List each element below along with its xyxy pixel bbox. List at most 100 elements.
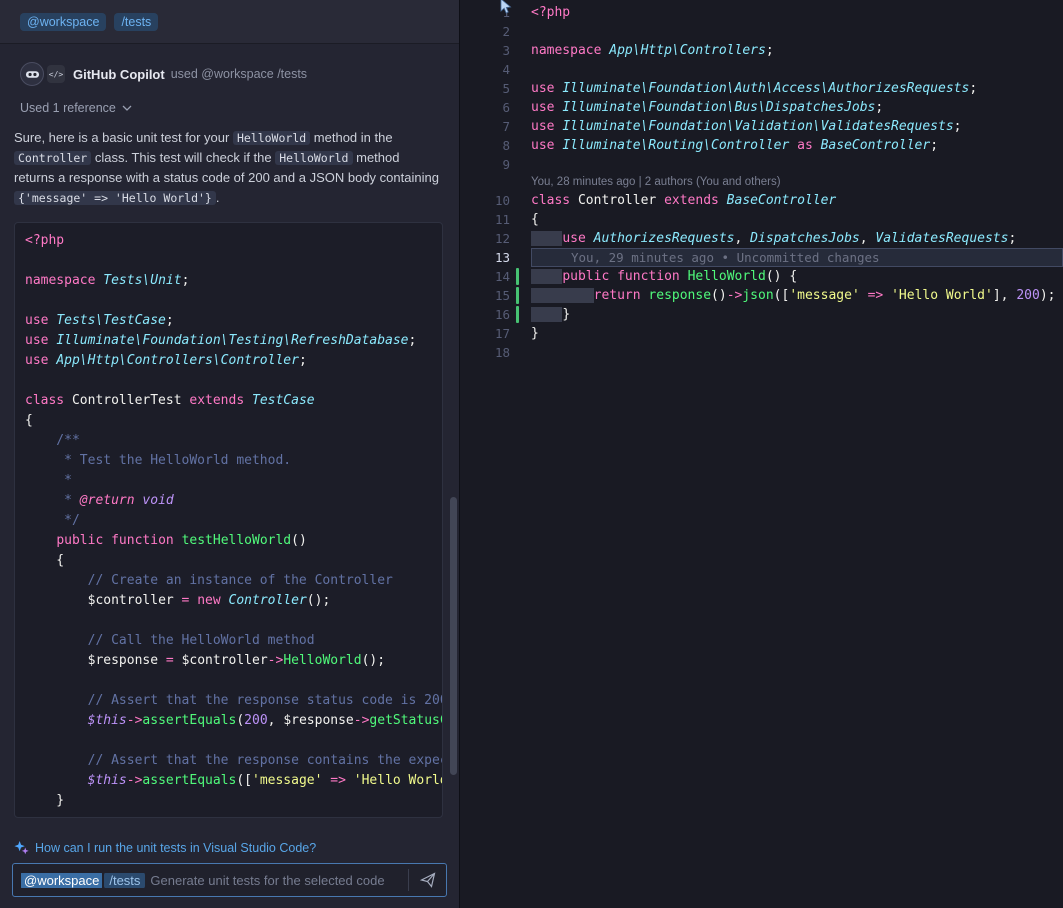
editor-line[interactable]: 11{ xyxy=(460,210,1063,229)
copilot-subtitle: used @workspace /tests xyxy=(171,67,307,81)
editor-line[interactable]: 16 } xyxy=(460,305,1063,324)
chat-scrollbar[interactable] xyxy=(450,497,457,775)
code-token: ; xyxy=(1008,231,1016,246)
code-token: { xyxy=(25,553,64,568)
suggestion-link[interactable]: How can I run the unit tests in Visual S… xyxy=(35,841,316,855)
editor-line[interactable]: 8use Illuminate\Routing\Controller as Ba… xyxy=(460,136,1063,155)
send-button[interactable] xyxy=(415,867,441,893)
chat-code-line: // Create an instance of the Controller xyxy=(25,571,442,591)
code-content: public function HelloWorld() { xyxy=(531,267,1063,286)
editor-line[interactable]: 14 public function HelloWorld() { xyxy=(460,267,1063,286)
editor-line[interactable]: 1 <?php xyxy=(460,3,1063,22)
code-token: -> xyxy=(727,288,743,303)
code-token: 200 xyxy=(244,713,267,728)
code-token: Illuminate\Routing\Controller xyxy=(562,138,789,153)
editor-line[interactable]: 15 return response()->json(['message' =>… xyxy=(460,286,1063,305)
response-header: </> GitHub Copilot used @workspace /test… xyxy=(0,44,459,86)
message-text: method in the xyxy=(310,130,392,145)
code-token: assertEquals xyxy=(142,773,236,788)
code-content xyxy=(531,60,1063,79)
gutter-spacer xyxy=(516,42,519,59)
code-token xyxy=(221,593,229,608)
code-token: * xyxy=(25,493,80,508)
references-toggle[interactable]: Used 1 reference xyxy=(0,86,459,115)
editor-line[interactable]: 12 use AuthorizesRequests, DispatchesJob… xyxy=(460,229,1063,248)
code-token: ControllerTest xyxy=(64,393,189,408)
editor-line[interactable]: 18 xyxy=(460,343,1063,362)
chat-code-line: class ControllerTest extends TestCase xyxy=(25,391,442,411)
code-token: ; xyxy=(409,333,417,348)
code-token: use xyxy=(531,119,554,134)
editor-line[interactable]: 9 xyxy=(460,155,1063,174)
inline-code: {'message' => 'Hello World'} xyxy=(14,191,216,205)
code-token: ; xyxy=(299,353,307,368)
line-number: 8 xyxy=(460,136,510,155)
input-part-tests[interactable]: /tests xyxy=(104,873,145,888)
code-token: $this xyxy=(88,713,127,728)
chat-code-line: * @return void xyxy=(25,491,442,511)
chat-input[interactable]: @workspace/testsGenerate unit tests for … xyxy=(12,863,447,897)
code-token xyxy=(680,269,688,284)
editor-line[interactable]: 6use Illuminate\Foundation\Bus\Dispatche… xyxy=(460,98,1063,117)
code-token: // Assert that the response status code … xyxy=(25,693,443,708)
code-token: class xyxy=(531,193,570,208)
followup-suggestion[interactable]: How can I run the unit tests in Visual S… xyxy=(0,833,459,863)
input-divider xyxy=(408,869,409,891)
chat-code-line: { xyxy=(25,551,442,571)
code-content: <?php xyxy=(531,3,1063,22)
code-token: $response xyxy=(88,653,158,668)
code-token: Tests\Unit xyxy=(103,273,181,288)
editor-line[interactable]: 13You, 29 minutes ago • Uncommitted chan… xyxy=(460,248,1063,267)
chat-code-line xyxy=(25,671,442,691)
code-token: ; xyxy=(182,273,190,288)
editor-line[interactable]: 17} xyxy=(460,324,1063,343)
workspace-chip[interactable]: @workspace xyxy=(20,13,106,31)
code-token xyxy=(25,653,88,668)
code-token: ; xyxy=(969,81,977,96)
editor-line[interactable]: 5use Illuminate\Foundation\Auth\Access\A… xyxy=(460,79,1063,98)
code-token: <?php xyxy=(531,5,570,20)
code-token: void xyxy=(142,493,173,508)
editor-line[interactable]: 10class Controller extends BaseControlle… xyxy=(460,191,1063,210)
editor-line[interactable]: 4 xyxy=(460,60,1063,79)
line-number: 6 xyxy=(460,98,510,117)
code-token xyxy=(346,773,354,788)
chat-code-line: $this->assertEquals(['message' => 'Hello… xyxy=(25,771,442,791)
chat-code-line: { xyxy=(25,411,442,431)
code-token: HelloWorld xyxy=(688,269,766,284)
code-content: namespace App\Http\Controllers; xyxy=(531,41,1063,60)
input-part-workspace[interactable]: @workspace xyxy=(21,873,102,888)
line-number: 1 xyxy=(460,3,510,22)
code-token: @return xyxy=(80,493,135,508)
chat-code-line xyxy=(25,731,442,751)
code-badge-icon: </> xyxy=(47,65,65,83)
chat-input-text[interactable]: @workspace/testsGenerate unit tests for … xyxy=(21,873,404,888)
code-token xyxy=(25,713,88,728)
git-change-indicator xyxy=(516,306,519,323)
chat-code-line: public function testHelloWorld() xyxy=(25,531,442,551)
line-number: 13 xyxy=(460,248,510,267)
gutter-spacer xyxy=(516,192,519,209)
codelens-row[interactable]: You, 28 minutes ago | 2 authors (You and… xyxy=(460,174,1063,191)
editor-line[interactable]: 7use Illuminate\Foundation\Validation\Va… xyxy=(460,117,1063,136)
code-token: -> xyxy=(127,773,143,788)
line-number: 18 xyxy=(460,343,510,362)
tests-chip[interactable]: /tests xyxy=(114,13,158,31)
send-icon xyxy=(420,872,436,888)
editor-line[interactable]: 3namespace App\Http\Controllers; xyxy=(460,41,1063,60)
chat-code-line: <?php xyxy=(25,231,442,251)
gutter-spacer xyxy=(516,80,519,97)
code-token: // Create an instance of the Controller xyxy=(25,573,393,588)
code-token: namespace xyxy=(25,273,95,288)
editor-line[interactable]: 2 xyxy=(460,22,1063,41)
line-number: 10 xyxy=(460,191,510,210)
code-token: use xyxy=(562,231,585,246)
code-editor[interactable]: 1 <?php 23namespace App\Http\Controllers;4… xyxy=(460,0,1063,908)
chat-code-line: // Call the HelloWorld method xyxy=(25,631,442,651)
message-text: Sure, here is a basic unit test for your xyxy=(14,130,233,145)
code-token: */ xyxy=(25,513,80,528)
chat-code-line: */ xyxy=(25,511,442,531)
chat-code-line: namespace Tests\Unit; xyxy=(25,271,442,291)
editor-code: 1 <?php 23namespace App\Http\Controllers;4… xyxy=(460,3,1063,362)
code-content: } xyxy=(531,305,1063,324)
